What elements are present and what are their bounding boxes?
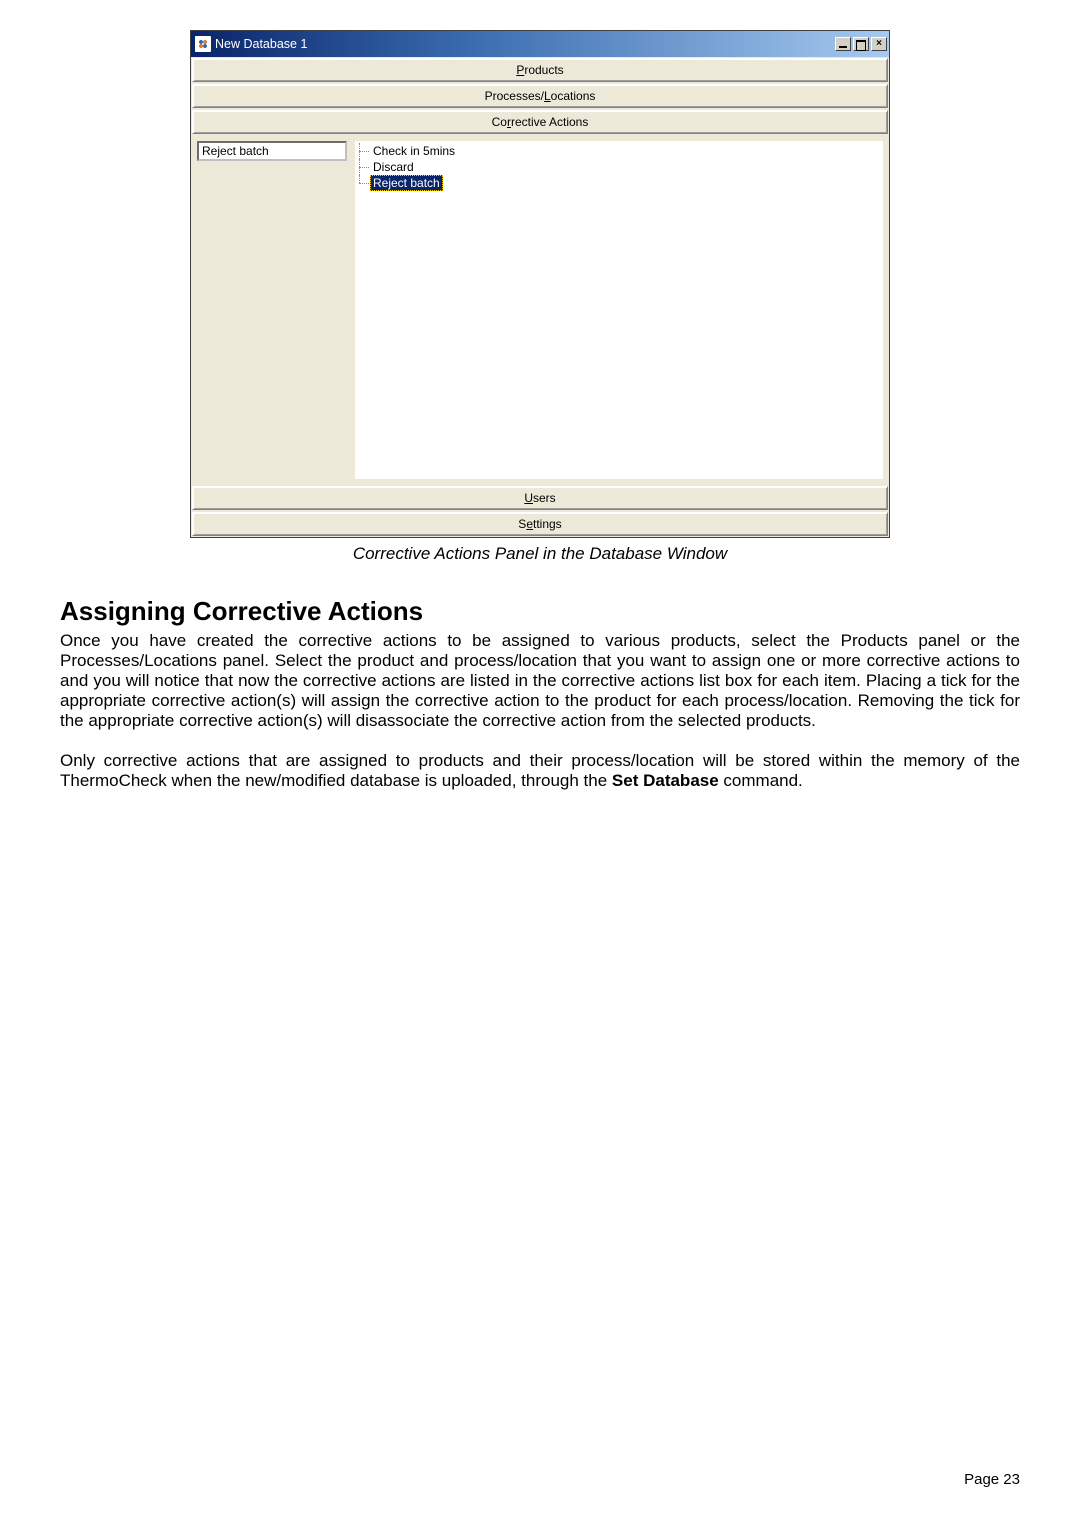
tree-item-label: Check in 5mins xyxy=(371,144,457,158)
tree-item[interactable]: Check in 5mins xyxy=(359,143,879,159)
page-number: Page 23 xyxy=(964,1471,1020,1488)
actions-tree: Check in 5mins Discard Reject batch xyxy=(355,141,883,479)
paragraph-2: Only corrective actions that are assigne… xyxy=(60,751,1020,791)
window-controls: × xyxy=(833,37,887,51)
corrective-panel-button[interactable]: Corrective Actions xyxy=(192,110,888,134)
users-label: Users xyxy=(524,491,555,505)
tree-item[interactable]: Reject batch xyxy=(359,175,879,191)
figure-caption: Corrective Actions Panel in the Database… xyxy=(60,544,1020,564)
corrective-panel-content: Check in 5mins Discard Reject batch xyxy=(191,135,889,485)
titlebar[interactable]: New Database 1 × xyxy=(191,31,889,57)
accordion: Products Processes/Locations Corrective … xyxy=(191,57,889,537)
processes-panel-button[interactable]: Processes/Locations xyxy=(192,84,888,108)
products-panel-button[interactable]: Products xyxy=(192,58,888,82)
tree-item-label: Discard xyxy=(371,160,416,174)
close-button[interactable]: × xyxy=(871,37,887,51)
section-heading: Assigning Corrective Actions xyxy=(60,596,1020,627)
database-window: New Database 1 × Products Processes/Loca… xyxy=(190,30,890,538)
action-name-input[interactable] xyxy=(197,141,347,161)
maximize-button[interactable] xyxy=(853,37,869,51)
products-label: Products xyxy=(516,63,563,77)
tree-item[interactable]: Discard xyxy=(359,159,879,175)
settings-label: Settings xyxy=(518,517,561,531)
corrective-label: Corrective Actions xyxy=(492,115,589,129)
users-panel-button[interactable]: Users xyxy=(192,486,888,510)
processes-label: Processes/Locations xyxy=(485,89,596,103)
minimize-button[interactable] xyxy=(835,37,851,51)
tree-item-label: Reject batch xyxy=(370,175,443,191)
window-title: New Database 1 xyxy=(215,37,833,51)
paragraph-1: Once you have created the corrective act… xyxy=(60,631,1020,731)
app-icon xyxy=(195,36,211,52)
settings-panel-button[interactable]: Settings xyxy=(192,512,888,536)
